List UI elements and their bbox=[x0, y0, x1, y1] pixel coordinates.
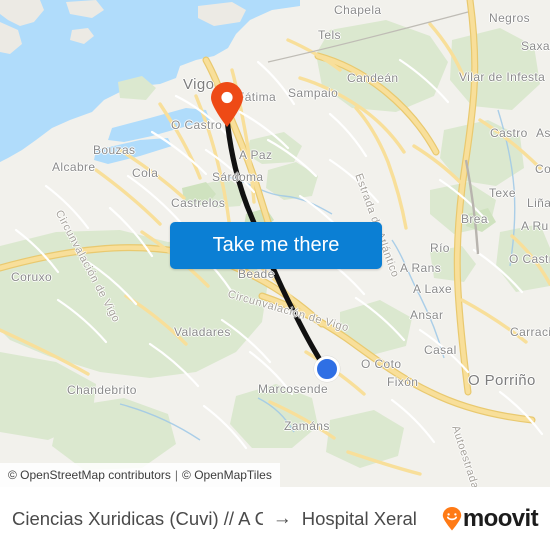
trip-destination-label[interactable]: Hospital Xeral … bbox=[302, 508, 424, 530]
attribution-osm[interactable]: © OpenStreetMap contributors bbox=[8, 468, 171, 482]
destination-location-dot-icon[interactable] bbox=[314, 356, 340, 382]
map-canvas[interactable]: ChapelaNegrosTelsSaxamondeVigoCandeánVil… bbox=[0, 0, 550, 487]
attribution-openmaptiles[interactable]: © OpenMapTiles bbox=[182, 468, 272, 482]
trip-summary-footer: Ciencias Xuridicas (Cuvi) // A Co… → Hos… bbox=[0, 487, 550, 550]
moovit-trip-map-screen: ChapelaNegrosTelsSaxamondeVigoCandeánVil… bbox=[0, 0, 550, 550]
moovit-wordmark: moovit bbox=[462, 504, 539, 532]
moovit-pin-logo-icon bbox=[442, 506, 462, 531]
map-attribution: © OpenStreetMap contributors | © OpenMap… bbox=[0, 463, 280, 487]
arrow-right-icon: → bbox=[272, 508, 292, 529]
moovit-logo[interactable]: moovit bbox=[442, 504, 539, 532]
trip-origin-label[interactable]: Ciencias Xuridicas (Cuvi) // A Co… bbox=[12, 508, 263, 530]
take-me-there-button[interactable]: Take me there bbox=[170, 222, 382, 269]
attribution-separator: | bbox=[174, 468, 179, 482]
